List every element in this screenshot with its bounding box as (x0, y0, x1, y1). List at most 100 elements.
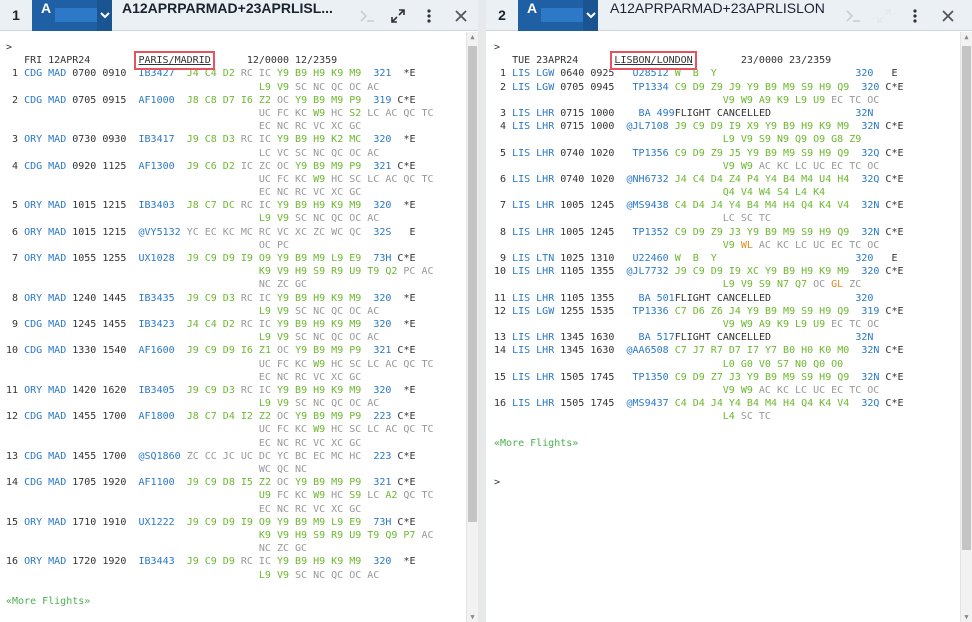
agent-selector[interactable]: A (32, 0, 112, 31)
flight-row[interactable]: 1 CDG MAD 0700 0910 IB3427 J4 C4 D2 RC I… (6, 67, 466, 80)
flight-row-continuation: EC NC RC VC XC GC (6, 120, 466, 133)
destination-airport: MAD (48, 134, 67, 146)
origin-airport: LIS (512, 200, 531, 212)
flight-row-continuation: EC NC RC VC XC GC (6, 437, 466, 450)
command-prompt[interactable]: > (494, 41, 960, 54)
departure-time: 1710 (72, 516, 97, 528)
flight-row[interactable]: 2 CDG MAD 0705 0915 AF1000 J8 C8 D7 I6 Z… (6, 94, 466, 107)
command-prompt-icon[interactable] (358, 7, 376, 25)
scroll-up-icon[interactable]: ▲ (467, 32, 478, 42)
line-number: 5 (494, 147, 513, 159)
more-flights-link[interactable]: «More Flights» (6, 595, 466, 608)
more-flights-link[interactable]: «More Flights» (494, 437, 960, 450)
flight-number: IB3405 (138, 384, 187, 396)
departure-time: 1455 (72, 450, 97, 462)
closed-classes: OC (277, 477, 296, 489)
flight-number: U22460 (626, 253, 675, 264)
flight-row[interactable]: 6 ORY MAD 1015 1215 @VY5132 YC EC KC MC … (6, 226, 466, 239)
flight-row[interactable]: 14 LIS LHR 1345 1630 @AA6508 C7 J7 R7 D7… (494, 344, 960, 357)
flight-row[interactable]: 16 LIS LHR 1505 1745 @MS9437 C4 D4 J4 Y4… (494, 397, 960, 410)
row-flags: C*E (391, 253, 416, 264)
command-prompt[interactable]: > (6, 41, 466, 54)
flight-row[interactable]: 8 LIS LHR 1005 1245 TP1352 C9 D9 Z9 J3 Y… (494, 226, 960, 239)
flight-row[interactable]: 10 LIS LHR 1105 1355 @JL7732 J9 C9 D9 I9… (494, 265, 960, 278)
flight-row[interactable]: 12 CDG MAD 1455 1700 AF1800 J8 C7 D4 I2 … (6, 410, 466, 423)
line-number: 6 (6, 226, 25, 238)
flight-row[interactable]: 7 LIS LHR 1005 1245 @MS9438 C4 D4 J4 Y4 … (494, 199, 960, 212)
flight-row[interactable]: 13 CDG MAD 1455 1700 @SQ1860 ZC CC JC UC… (6, 450, 466, 463)
flight-row[interactable]: 7 ORY MAD 1055 1255 UX1028 J9 C9 D9 I9 O… (6, 252, 466, 265)
close-icon[interactable] (939, 7, 957, 25)
flight-row[interactable]: 2 LIS LGW 0705 0945 TP1334 C9 D9 Z9 J9 Y… (494, 81, 960, 94)
scroll-up-icon[interactable]: ▲ (961, 32, 972, 42)
flight-row[interactable]: 11 ORY MAD 1420 1620 IB3405 J9 C9 D3 RC … (6, 384, 466, 397)
close-icon[interactable] (452, 7, 470, 25)
flight-row[interactable]: 5 ORY MAD 1015 1215 IB3403 J8 C7 DC RC I… (6, 199, 466, 212)
command-prompt[interactable]: > (494, 476, 960, 489)
terminal-pane-2[interactable]: 2 A A12APRPARMAD+23APRLISLON > TUE 23APR… (486, 0, 972, 622)
booking-classes: K9 V9 H9 S9 R9 U9 T9 Q2 PC AC (258, 266, 434, 278)
command-prompt-icon[interactable] (844, 7, 862, 25)
equipment-type: 320 (861, 266, 880, 278)
origin-airport: LIS (512, 332, 531, 344)
flight-row[interactable]: 15 LIS LHR 1505 1745 TP1350 C9 D9 Z7 J3 … (494, 371, 960, 384)
chevron-down-icon[interactable] (97, 0, 112, 31)
date-header: TUE 23APR24 (512, 55, 579, 67)
scroll-down-icon[interactable]: ▼ (961, 612, 972, 622)
flight-row-continuation: K9 V9 H9 S9 R9 U9 T9 Q2 PC AC (6, 265, 466, 278)
line-number: 4 (494, 121, 513, 133)
expand-icon[interactable] (875, 7, 893, 25)
flight-row[interactable]: 3 LIS LHR 0715 1000 BA 499FLIGHT CANCELL… (494, 107, 960, 120)
agent-selector[interactable]: A (518, 0, 598, 31)
flight-row-continuation: V9 W9 AC KC LC UC EC TC OC (494, 160, 960, 173)
pane-divider[interactable] (478, 0, 486, 622)
flight-row-continuation: L9 V9 SC NC QC OC AC (6, 81, 466, 94)
more-options-icon[interactable] (906, 7, 924, 25)
flight-row[interactable]: 5 LIS LHR 0740 1020 TP1356 C9 D9 Z9 J5 Y… (494, 147, 960, 160)
chevron-down-icon[interactable] (583, 0, 598, 31)
flight-row[interactable]: 15 ORY MAD 1710 1910 UX1222 J9 C9 D9 I9 … (6, 516, 466, 529)
departure-time: 1105 (560, 266, 585, 278)
equipment-type: 321 (373, 68, 392, 80)
terminal-output[interactable]: > TUE 23APR24 LISBON/LONDON 23/0000 23/2… (486, 32, 960, 622)
terminal-pane-1[interactable]: 1 A A12APRPARMAD+23APRLISL... > FRI 12AP… (0, 0, 478, 622)
arrival-time: 1920 (102, 556, 127, 568)
scrollbar[interactable]: ▲ ▼ (960, 32, 972, 622)
booking-classes: V9 W9 A9 K9 L9 U9 EC TC OC (722, 318, 880, 330)
origin-airport: CDG (24, 345, 43, 357)
scrollbar[interactable]: ▲ ▼ (466, 32, 478, 622)
flight-row[interactable]: 9 LIS LTN 1025 1310 U22460 W B Y 320 E (494, 252, 960, 265)
booking-classes: J9 C9 D3 RC IC Y9 B9 H9 K9 M9 (187, 385, 368, 396)
row-flags: C*E (879, 398, 904, 410)
pane-number: 1 (12, 7, 20, 23)
flight-row[interactable]: 4 LIS LHR 0715 1000 @JL7108 J9 C9 D9 I9 … (494, 120, 960, 133)
flight-number: @VY5132 (138, 226, 187, 238)
flight-row[interactable]: 8 ORY MAD 1240 1445 IB3435 J9 C9 D3 RC I… (6, 292, 466, 305)
flight-row[interactable]: 14 CDG MAD 1705 1920 AF1100 J9 C9 D8 I5 … (6, 476, 466, 489)
agent-name-redacted (55, 8, 97, 22)
flight-row[interactable]: 11 LIS LHR 1105 1355 BA 501FLIGHT CANCEL… (494, 292, 960, 305)
flight-row[interactable]: 1 LIS LGW 0640 0925 U28512 W B Y 320 E (494, 67, 960, 80)
flight-row[interactable]: 4 CDG MAD 0920 1125 AF1300 J9 C6 D2 IC Z… (6, 160, 466, 173)
line-number: 9 (6, 318, 25, 330)
scroll-down-icon[interactable]: ▼ (467, 612, 478, 622)
scrollbar-thumb[interactable] (962, 46, 971, 550)
flight-row[interactable]: 3 ORY MAD 0730 0930 IB3417 J9 C8 D3 RC I… (6, 133, 466, 146)
flight-row[interactable]: 10 CDG MAD 1330 1540 AF1600 J9 C9 D9 I6 … (6, 344, 466, 357)
terminal-output[interactable]: > FRI 12APR24 PARIS/MADRID 12/0000 12/23… (0, 32, 466, 622)
scrollbar-thumb[interactable] (468, 46, 477, 522)
expand-icon[interactable] (389, 7, 407, 25)
flight-row[interactable]: 9 CDG MAD 1245 1455 IB3423 J4 C4 D2 RC I… (6, 318, 466, 331)
equipment-type: 320 (373, 292, 392, 304)
open-classes: Y9 B9 H9 K9 M9 (277, 556, 368, 568)
closed-classes: RC IC (240, 134, 277, 146)
flight-row[interactable]: 16 ORY MAD 1720 1920 IB3443 J9 C9 D9 RC … (6, 555, 466, 568)
line-number: 15 (494, 371, 513, 383)
more-options-icon[interactable] (420, 7, 438, 25)
flight-row[interactable]: 12 LIS LGW 1255 1535 TP1336 C7 D6 Z6 J4 … (494, 305, 960, 318)
destination-airport: LHR (536, 121, 555, 133)
equipment-type: 32N (861, 121, 880, 133)
flight-row[interactable]: 6 LIS LHR 0740 1020 @NH6732 J4 C4 D4 Z4 … (494, 173, 960, 186)
flight-row[interactable]: 13 LIS LHR 1345 1630 BA 517FLIGHT CANCEL… (494, 331, 960, 344)
